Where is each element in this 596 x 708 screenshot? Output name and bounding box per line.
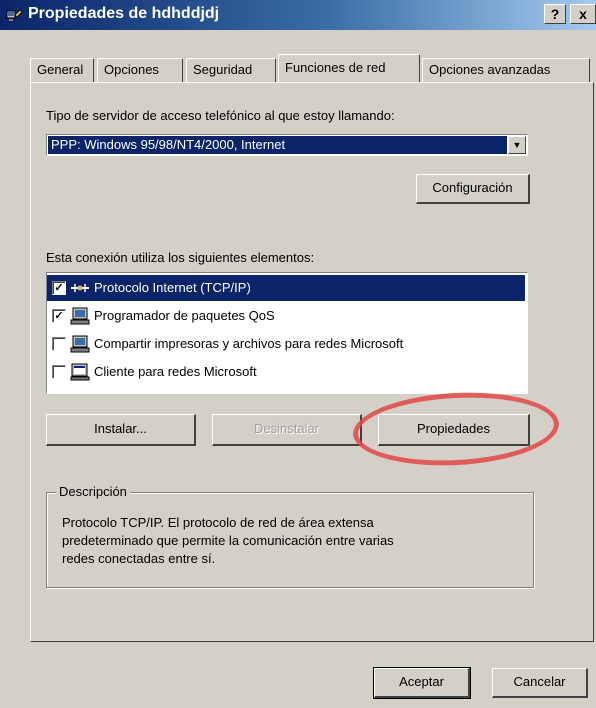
window-title: Propiedades de hdhddjdj (28, 5, 220, 22)
list-item[interactable]: ✓ Protocolo Internet (TCP/IP) (47, 275, 525, 301)
list-item-label: Compartir impresoras y archivos para red… (94, 336, 404, 351)
checkbox[interactable]: ✓ (52, 309, 66, 323)
network-service-icon (70, 307, 90, 325)
tab-opciones-avanzadas[interactable]: Opciones avanzadas (422, 58, 590, 82)
tab-funciones-de-red[interactable]: Funciones de red (278, 54, 420, 82)
network-client-icon (70, 363, 90, 381)
chevron-down-icon[interactable]: ▼ (508, 136, 526, 154)
title-bar[interactable]: Propiedades de hdhddjdj ? x (0, 0, 596, 30)
description-text: Protocolo TCP/IP. El protocolo de red de… (62, 515, 394, 566)
tab-general[interactable]: General (30, 58, 94, 82)
checkbox[interactable] (52, 337, 66, 351)
list-item[interactable]: Compartir impresoras y archivos para red… (47, 331, 525, 357)
components-list[interactable]: ✓ Protocolo Internet (TCP/IP) ✓ Programa… (46, 272, 528, 394)
server-type-value: PPP: Windows 95/98/NT4/2000, Internet (48, 136, 507, 154)
list-item-label: Protocolo Internet (TCP/IP) (91, 278, 254, 297)
cancel-button[interactable]: Cancelar (492, 668, 588, 698)
uninstall-button[interactable]: Desinstalar (212, 414, 362, 446)
install-button[interactable]: Instalar... (46, 414, 196, 446)
list-item[interactable]: ✓ Programador de paquetes QoS (47, 303, 525, 329)
list-item-label: Programador de paquetes QoS (94, 308, 275, 323)
list-item[interactable]: Cliente para redes Microsoft (47, 359, 525, 385)
tab-label: Seguridad (193, 62, 253, 77)
server-type-dropdown[interactable]: PPP: Windows 95/98/NT4/2000, Internet ▼ (46, 134, 528, 156)
checkbox[interactable]: ✓ (52, 281, 66, 295)
list-item-label: Cliente para redes Microsoft (94, 364, 257, 379)
components-label: Esta conexión utiliza los siguientes ele… (46, 250, 315, 265)
network-connection-icon (6, 9, 23, 21)
tab-label: General (37, 62, 84, 77)
tab-label: Funciones de red (285, 60, 386, 75)
server-type-label: Tipo de servidor de acceso telefónico al… (46, 108, 395, 123)
network-service-icon (70, 335, 90, 353)
close-button[interactable]: x (570, 4, 596, 24)
help-button[interactable]: ? (544, 4, 566, 24)
checkbox[interactable] (52, 365, 66, 379)
tab-opciones[interactable]: Opciones (97, 58, 183, 82)
description-title: Descripción (56, 484, 130, 499)
network-protocol-icon (71, 284, 89, 292)
tab-label: Opciones (104, 62, 159, 77)
tab-seguridad[interactable]: Seguridad (186, 58, 276, 82)
ok-button[interactable]: Aceptar (373, 667, 471, 699)
tab-label: Opciones avanzadas (429, 62, 551, 77)
configuration-button[interactable]: Configuración (416, 174, 530, 204)
